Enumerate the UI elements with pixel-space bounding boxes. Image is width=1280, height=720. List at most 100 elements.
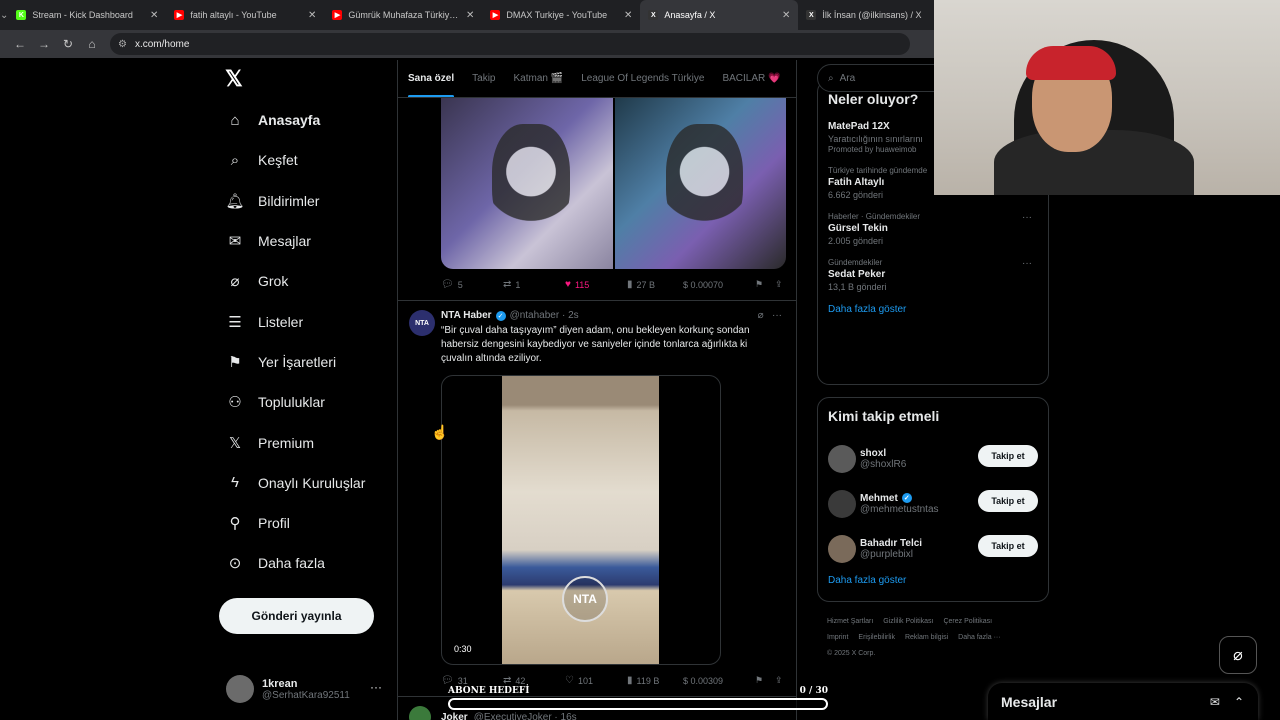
sidebar-item-yer-i̇şaretleri[interactable]: ⚑ Yer İşaretleri xyxy=(220,342,365,382)
url-field[interactable]: ⚙ x.com/home xyxy=(110,33,910,55)
sidebar-item-profil[interactable]: ⚲ Profil xyxy=(220,503,365,543)
sidebar-item-keşfet[interactable]: ⌕ Keşfet xyxy=(220,140,365,180)
post-button[interactable]: Gönderi yayınla xyxy=(219,598,374,634)
site-info-icon[interactable]: ⚙ xyxy=(118,39,127,50)
share-icon[interactable]: ⇪ xyxy=(775,675,783,686)
close-icon[interactable]: ✕ xyxy=(150,10,158,21)
close-icon[interactable]: ✕ xyxy=(466,10,474,21)
sidebar-item-grok[interactable]: ⌀ Grok xyxy=(220,261,365,301)
browser-tab[interactable]: ▶ fatih altaylı - YouTube ✕ xyxy=(166,0,324,30)
forward-icon[interactable]: → xyxy=(32,37,56,51)
feed-tab[interactable]: Takip xyxy=(472,60,495,97)
footer-link[interactable]: Çerez Politikası xyxy=(943,618,992,625)
compose-message-icon[interactable]: ✉ xyxy=(1210,695,1220,709)
home-icon[interactable]: ⌂ xyxy=(80,37,104,51)
views-button[interactable]: ▮ 27 B xyxy=(627,279,683,290)
follow-button[interactable]: Takip et xyxy=(978,490,1038,512)
avatar[interactable] xyxy=(828,534,856,563)
person-icon: ⚲ xyxy=(229,515,241,533)
x-logo-icon[interactable]: 𝕏 xyxy=(225,68,247,90)
trend-category: Haberler · Gündemdekiler xyxy=(828,212,921,221)
sidebar-item-onaylı-kuruluşlar[interactable]: ϟ Onaylı Kuruluşlar xyxy=(220,463,365,503)
avatar[interactable] xyxy=(828,444,856,473)
sidebar-item-anasayfa[interactable]: ⌂ Anasayfa xyxy=(220,100,365,140)
media-image[interactable] xyxy=(614,98,786,269)
bookmark-icon[interactable]: ⚑ xyxy=(755,675,775,686)
x-icon: X xyxy=(648,10,659,20)
browser-tab[interactable]: K Stream - Kick Dashboard ✕ xyxy=(8,0,166,30)
reply-button[interactable]: 💬︎ 31 xyxy=(441,675,503,686)
footer-link[interactable]: Imprint xyxy=(827,634,848,641)
like-button[interactable]: ♥ 115 xyxy=(565,279,627,290)
avatar[interactable]: NTA xyxy=(409,310,435,336)
reply-icon: 💬︎ xyxy=(441,675,454,686)
more-dots-icon[interactable]: ··· xyxy=(1022,212,1032,223)
tweet-author-name[interactable]: NTA Haber xyxy=(441,310,492,321)
more-dots-icon[interactable]: ··· xyxy=(772,310,782,321)
heart-icon: ♥ xyxy=(565,279,571,290)
chevron-up-icon[interactable]: ⌃ xyxy=(1234,695,1244,709)
reply-button[interactable]: 💬︎ 5 xyxy=(441,279,503,290)
close-icon[interactable]: ✕ xyxy=(308,10,316,21)
more-dots-icon[interactable]: ··· xyxy=(1022,258,1032,269)
sidebar-item-bildirimler[interactable]: 🔔︎ Bildirimler xyxy=(220,181,365,221)
tab-search-icon[interactable]: ⌄ xyxy=(0,0,8,30)
follow-suggestion[interactable]: shoxl @shoxlR6 Takip et xyxy=(828,436,1038,481)
retweet-button[interactable]: ⇄ 1 xyxy=(503,279,565,290)
follow-handle: @mehmetustntas xyxy=(860,503,939,515)
footer-link[interactable]: Gizlilik Politikası xyxy=(883,618,933,625)
browser-tab[interactable]: ▶ DMAX Turkiye - YouTube ✕ xyxy=(482,0,640,30)
like-button[interactable]: ♡ 101 xyxy=(565,675,627,686)
trend-item[interactable]: Haberler · Gündemdekiler Gürsel Tekin 2.00… xyxy=(828,212,1038,246)
feed-tab[interactable]: Sana özel xyxy=(408,60,455,97)
tweet-author-name[interactable]: Joker xyxy=(441,712,468,720)
back-icon[interactable]: ← xyxy=(8,37,32,51)
tweet-media[interactable] xyxy=(441,98,786,269)
footer-link[interactable]: Hizmet Şartları xyxy=(827,618,873,625)
more-dots-icon[interactable]: ··· xyxy=(370,680,382,694)
browser-tab[interactable]: X Anasayfa / X ✕ xyxy=(640,0,799,30)
tweet-handle: @ntahaber · 2s xyxy=(509,310,579,321)
close-icon[interactable]: ✕ xyxy=(782,10,790,21)
browser-tab[interactable]: X İlk İnsan (@ilkinsans) / X xyxy=(798,0,956,30)
url-text: x.com/home xyxy=(134,38,190,50)
avatar[interactable] xyxy=(409,706,431,720)
show-more-link[interactable]: Daha fazla göster xyxy=(828,575,1038,586)
footer-link[interactable]: Erişilebilirlik xyxy=(858,634,895,641)
grok-icon[interactable]: ⌀ xyxy=(758,310,764,321)
who-to-follow-panel: Kimi takip etmeli shoxl @shoxlR6 Takip et M… xyxy=(817,397,1049,602)
bookmark-icon[interactable]: ⚑ xyxy=(755,279,775,290)
footer-link[interactable]: Reklam bilgisi xyxy=(905,634,948,641)
share-icon[interactable]: ⇪ xyxy=(775,279,783,290)
feed-tab[interactable]: League Of Legends Türkiye xyxy=(581,60,704,97)
follow-suggestion[interactable]: Bahadır Telci @purplebixl Takip et xyxy=(828,526,1038,571)
views-button[interactable]: ▮ 119 B xyxy=(627,675,683,686)
follow-button[interactable]: Takip et xyxy=(978,445,1038,467)
retweet-button[interactable]: ⇄ 42 xyxy=(503,675,565,686)
follow-button[interactable]: Takip et xyxy=(978,535,1038,557)
tip-button[interactable]: $ 0.00070 xyxy=(683,280,755,290)
views-icon: ▮ xyxy=(627,675,633,686)
feed-tab[interactable]: Katman 🎬 xyxy=(514,60,564,97)
account-switcher[interactable]: 1krean @SerhatKara92511 ··· xyxy=(226,674,386,704)
follow-suggestion[interactable]: Mehmet ✓ @mehmetustntas Takip et xyxy=(828,481,1038,526)
feed-tab[interactable]: BACILAR 💗 xyxy=(722,60,780,97)
sidebar-item-topluluklar[interactable]: ⚇ Topluluklar xyxy=(220,382,365,422)
browser-tab[interactable]: ▶ Gümrük Muhafaza Türkiye 5. B ✕ xyxy=(324,0,482,30)
messages-drawer[interactable]: Mesajlar ✉ ⌃ xyxy=(988,683,1258,720)
trend-item[interactable]: Gündemdekiler Sedat Peker 13,1 B gönderi ··… xyxy=(828,258,1038,292)
sidebar-item-daha-fazla[interactable]: ⊙ Daha fazla xyxy=(220,543,365,583)
video-player[interactable]: NTA 0:30 xyxy=(441,375,721,665)
media-image[interactable] xyxy=(441,98,613,269)
footer-link[interactable]: Daha fazla ··· xyxy=(958,634,1000,641)
tip-button[interactable]: $ 0.00309 xyxy=(683,676,755,686)
close-icon[interactable]: ✕ xyxy=(624,10,632,21)
sidebar-item-mesajlar[interactable]: ✉ Mesajlar xyxy=(220,221,365,261)
sidebar-item-listeler[interactable]: ☰ Listeler xyxy=(220,301,365,341)
grok-icon[interactable]: ⌀ xyxy=(1219,636,1257,674)
reload-icon[interactable]: ↻ xyxy=(56,37,80,51)
mail-icon: ✉ xyxy=(228,233,242,251)
sidebar-item-premium[interactable]: 𝕏 Premium xyxy=(220,422,365,462)
avatar[interactable] xyxy=(828,489,856,518)
show-more-link[interactable]: Daha fazla göster xyxy=(828,304,1038,315)
